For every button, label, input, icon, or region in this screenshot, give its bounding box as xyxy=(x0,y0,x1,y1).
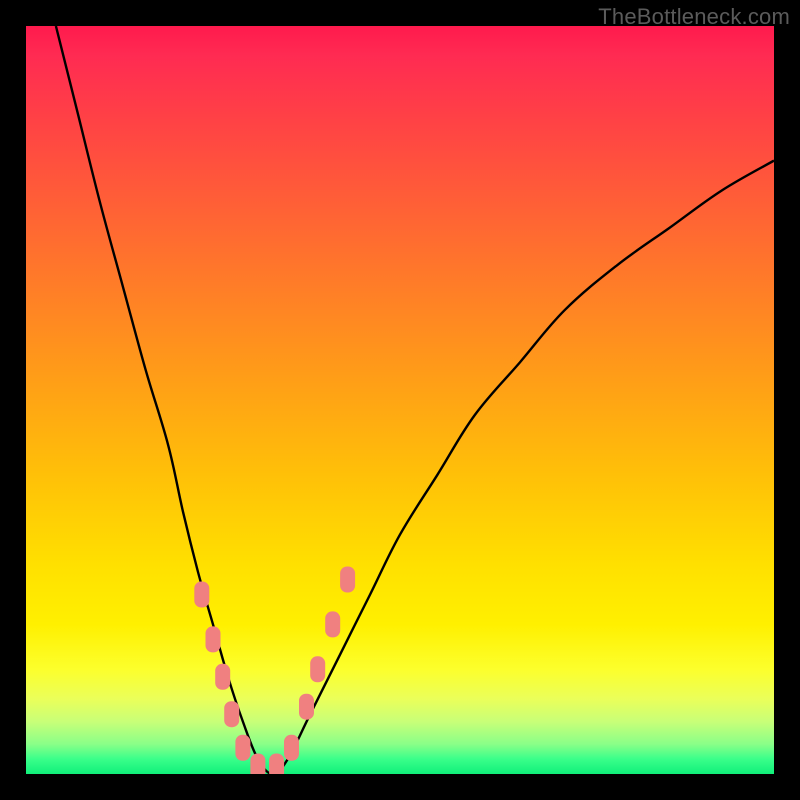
curve-marker xyxy=(284,735,299,761)
curve-marker xyxy=(325,611,340,637)
watermark-text: TheBottleneck.com xyxy=(598,4,790,30)
bottleneck-curve xyxy=(56,26,774,774)
curve-marker xyxy=(310,656,325,682)
curve-marker xyxy=(215,664,230,690)
curve-marker xyxy=(340,567,355,593)
chart-svg xyxy=(26,26,774,774)
plot-area xyxy=(26,26,774,774)
curve-marker xyxy=(235,735,250,761)
chart-frame: TheBottleneck.com xyxy=(0,0,800,800)
curve-marker xyxy=(194,582,209,608)
curve-marker xyxy=(250,754,265,775)
curve-marker xyxy=(224,701,239,727)
curve-marker xyxy=(299,694,314,720)
curve-marker xyxy=(269,754,284,775)
curve-marker xyxy=(206,626,221,652)
